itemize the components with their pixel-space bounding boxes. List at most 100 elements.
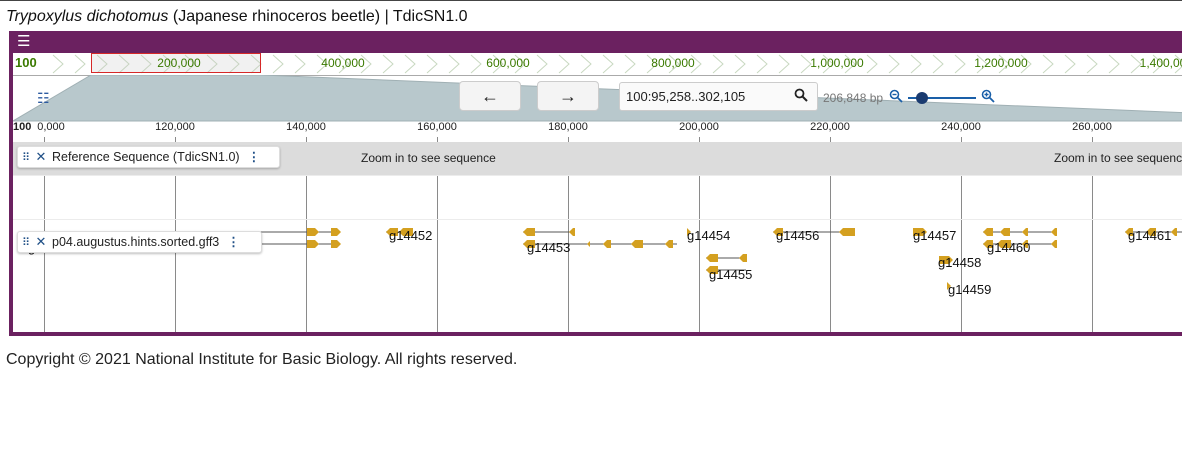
ruler-tick: 260,000 (1072, 121, 1112, 133)
overview-label: 800,000 (651, 56, 695, 70)
location-input[interactable]: 100:95,258..302,105 (619, 82, 818, 111)
genome-viewer: ☰ 100 200,000 400,000 600,000 800,000 1,… (9, 31, 1182, 336)
arrow-left-icon: ← (481, 86, 499, 106)
track-label-text: Reference Sequence (TdicSN1.0) (52, 150, 240, 164)
gene-label[interactable]: g14454 (687, 228, 730, 243)
gene-exon (1051, 228, 1057, 236)
ruler-tick: 0,000 (37, 121, 65, 133)
arrow-right-icon: → (559, 86, 577, 106)
gene-exon (587, 241, 590, 247)
gene-label[interactable]: g14459 (948, 282, 991, 297)
overview-chevron (866, 54, 878, 74)
more-vert-icon[interactable]: ⋮ (227, 232, 240, 252)
overview-chevron (734, 54, 746, 74)
overview-chevron (580, 54, 592, 74)
track-list-icon[interactable]: ☷ (37, 90, 50, 107)
close-icon[interactable]: ✕ (34, 232, 48, 252)
ruler-tick: 120,000 (155, 121, 195, 133)
overview-label: 1,000,000 (810, 56, 864, 70)
overview-label: 600,000 (486, 56, 530, 70)
overview-chevron (954, 54, 966, 74)
overview-chevron (778, 54, 790, 74)
viewer-header-bar: ☰ (13, 31, 1182, 53)
gene-exon (983, 228, 993, 236)
zoom-slider-thumb[interactable] (915, 92, 928, 104)
overview-chevron (294, 54, 306, 74)
annotation-track[interactable]: g14451 g14452 g14453 g14454 g14455 g1445… (13, 175, 1182, 332)
ruler-tick: 160,000 (417, 121, 457, 133)
overview-chevron (52, 54, 64, 74)
gene-exon (331, 240, 341, 248)
forward-button[interactable]: → (537, 81, 599, 111)
gene-label[interactable]: g14455 (709, 267, 752, 282)
overview-chevron (470, 54, 482, 74)
overview-chevron (602, 54, 614, 74)
gene-label[interactable]: g14456 (776, 228, 819, 243)
gene-exon (307, 240, 319, 248)
assembly-title: (Japanese rhinoceros beetle) | TdicSN1.0 (168, 8, 468, 25)
overview-label: 400,000 (321, 56, 365, 70)
gene-label[interactable]: g14461 (1128, 228, 1171, 243)
ruler-tick: 200,000 (679, 121, 719, 133)
overview-chevron (1042, 54, 1054, 74)
overview-chevron (558, 54, 570, 74)
overview-chevron (910, 54, 922, 74)
overview-chevron (756, 54, 768, 74)
overview-chevron (448, 54, 460, 74)
ruler-tick: 140,000 (286, 121, 326, 133)
gene-exon (706, 254, 718, 262)
gene-exon (1022, 228, 1028, 236)
ruler-refname: 100 (13, 121, 32, 133)
ruler-tick: 180,000 (548, 121, 588, 133)
gene-label[interactable]: g14458 (938, 255, 981, 270)
copyright-footer: Copyright © 2021 National Institute for … (6, 351, 518, 368)
gene-features (253, 228, 1182, 290)
overview-chevron (712, 54, 724, 74)
gene-exon (631, 240, 643, 248)
gene-label[interactable]: g14460 (987, 240, 1030, 255)
overview-chevron (536, 54, 548, 74)
zoom-in-message: Zoom in to see sequence (361, 151, 496, 165)
gene-exon (331, 228, 341, 236)
overview-scale[interactable]: 100 200,000 400,000 600,000 800,000 1,00… (13, 53, 1182, 76)
overview-label: 200,000 (157, 56, 201, 70)
menu-icon[interactable]: ☰ (17, 34, 33, 50)
overview-label: 1,200,000 (974, 56, 1028, 70)
annotation-track-label[interactable]: ⠿ ✕ p04.augustus.hints.sorted.gff3 ⋮ (17, 231, 262, 253)
drag-handle-icon[interactable]: ⠿ (22, 233, 34, 253)
overview-refname: 100 (15, 55, 37, 70)
gene-exon (569, 228, 575, 236)
close-icon[interactable]: ✕ (34, 147, 48, 167)
gene-exon (665, 240, 673, 248)
drag-handle-icon[interactable]: ⠿ (22, 148, 34, 168)
overview-chevron (426, 54, 438, 74)
zoom-out-icon[interactable] (889, 89, 903, 106)
gene-exon (1171, 228, 1177, 236)
bp-span-label: 206,848 bp (823, 91, 884, 105)
overview-chevron (74, 54, 86, 74)
species-name: Trypoxylus dichotomus (6, 8, 169, 25)
search-icon[interactable] (794, 88, 808, 105)
zoom-in-icon[interactable] (981, 89, 995, 106)
overview-chevron (888, 54, 900, 74)
gene-exon (839, 228, 855, 236)
gene-label[interactable]: g14453 (527, 240, 570, 255)
coordinate-ruler: 100 0,000 120,000 140,000 160,000 180,00… (13, 121, 1182, 137)
back-button[interactable]: ← (459, 81, 521, 111)
more-vert-icon[interactable]: ⋮ (248, 147, 261, 167)
zoom-in-message: Zoom in to see sequenc (1054, 151, 1182, 165)
gene-exon (307, 228, 319, 236)
overview-chevron (272, 54, 284, 74)
gene-exon (739, 254, 747, 262)
gene-label[interactable]: g14457 (913, 228, 956, 243)
overview-chevron (1064, 54, 1076, 74)
overview-chevron (932, 54, 944, 74)
track-label-text: p04.augustus.hints.sorted.gff3 (52, 235, 220, 249)
reference-track-label[interactable]: ⠿ ✕ Reference Sequence (TdicSN1.0) ⋮ (17, 146, 280, 168)
ruler-tick: 240,000 (941, 121, 981, 133)
overview-chevron (404, 54, 416, 74)
gene-label[interactable]: g14452 (389, 228, 432, 243)
page-title: Trypoxylus dichotomus (Japanese rhinocer… (6, 8, 468, 26)
gene-exon (1000, 228, 1010, 236)
overview-label: 1,400,00 (1139, 56, 1182, 70)
